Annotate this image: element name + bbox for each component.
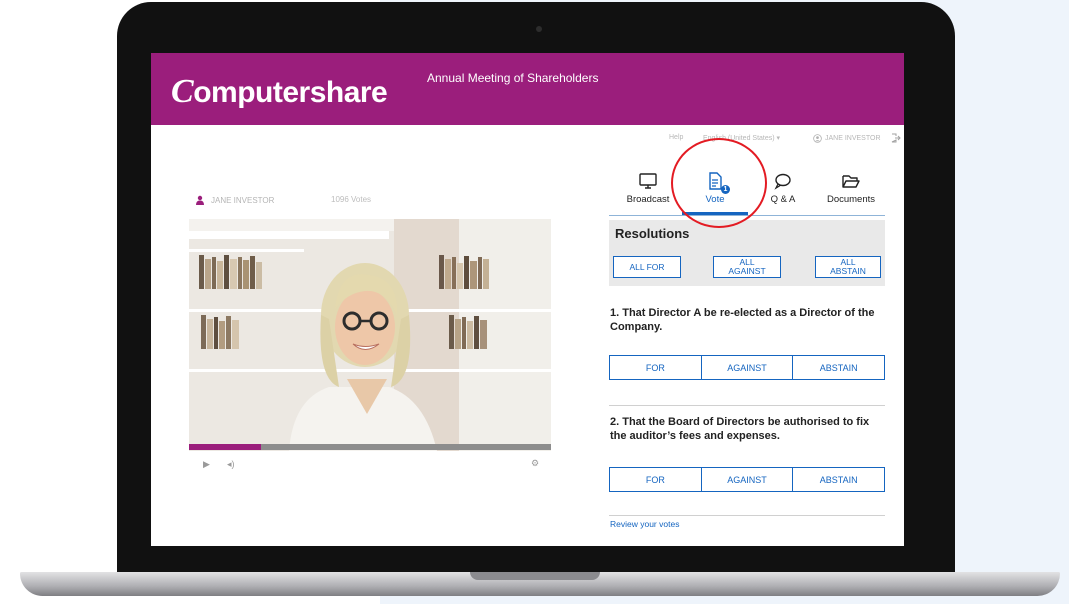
volume-icon[interactable]: ◂) bbox=[227, 459, 235, 470]
monitor-icon bbox=[639, 173, 657, 189]
resolution-2-text: 2. That the Board of Directors be author… bbox=[610, 416, 870, 442]
resolutions-title: Resolutions bbox=[615, 226, 690, 241]
resolution-2-for-button[interactable]: FOR bbox=[610, 468, 701, 491]
chat-bubble-icon bbox=[774, 173, 791, 190]
vote-count: 1096 Votes bbox=[331, 195, 372, 204]
user-circle-icon bbox=[813, 134, 822, 143]
resolution-1-text: 1. That Director A be re-elected as a Di… bbox=[610, 307, 875, 333]
resolution-1-vote-options: FOR AGAINST ABSTAIN bbox=[609, 355, 885, 380]
play-icon[interactable]: ▶ bbox=[203, 459, 210, 470]
speaker-video-frame bbox=[189, 219, 551, 451]
tab-documents[interactable]: Documents bbox=[818, 171, 884, 215]
video-progress-fill bbox=[189, 444, 262, 450]
video-player[interactable] bbox=[189, 219, 551, 451]
video-progress-bar[interactable] bbox=[189, 444, 551, 450]
user-menu[interactable]: JANE INVESTOR bbox=[813, 134, 881, 143]
user-name: JANE INVESTOR bbox=[825, 135, 881, 142]
folder-icon bbox=[842, 175, 860, 188]
meeting-title: Annual Meeting of Shareholders bbox=[427, 71, 599, 85]
resolution-1-against-button[interactable]: AGAINST bbox=[700, 356, 793, 379]
highlight-circle bbox=[671, 138, 767, 228]
computershare-logo: Computershare bbox=[171, 73, 388, 110]
resolution-2-vote-options: FOR AGAINST ABSTAIN bbox=[609, 467, 885, 492]
review-votes-link[interactable]: Review your votes bbox=[610, 519, 679, 529]
header-banner: Computershare Annual Meeting of Sharehol… bbox=[151, 53, 904, 125]
user-icon bbox=[196, 195, 204, 205]
screen: Computershare Annual Meeting of Sharehol… bbox=[151, 53, 904, 546]
laptop-notch bbox=[470, 572, 600, 580]
resolution-1-for-button[interactable]: FOR bbox=[610, 356, 701, 379]
all-abstain-button[interactable]: ALL ABSTAIN bbox=[815, 256, 881, 278]
all-for-button[interactable]: ALL FOR bbox=[613, 256, 681, 278]
divider bbox=[609, 515, 885, 516]
webcam bbox=[536, 26, 542, 32]
resolution-2-abstain-button[interactable]: ABSTAIN bbox=[792, 468, 884, 491]
viewer-info: JANE INVESTOR bbox=[195, 195, 274, 205]
resolution-1-abstain-button[interactable]: ABSTAIN bbox=[792, 356, 884, 379]
viewer-name: JANE INVESTOR bbox=[211, 195, 275, 205]
resolution-2-against-button[interactable]: AGAINST bbox=[700, 468, 793, 491]
gear-icon[interactable]: ⚙ bbox=[531, 458, 539, 469]
all-against-button[interactable]: ALL AGAINST bbox=[713, 256, 781, 278]
help-link[interactable]: Help bbox=[669, 134, 683, 141]
logout-icon[interactable] bbox=[891, 133, 901, 143]
divider bbox=[609, 405, 885, 406]
